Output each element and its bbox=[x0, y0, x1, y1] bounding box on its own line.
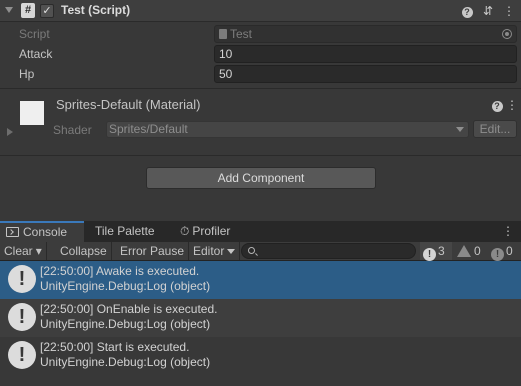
material-title: Sprites-Default (Material) bbox=[56, 97, 201, 112]
warning-count: 0 bbox=[474, 244, 481, 258]
editor-label: Editor bbox=[193, 244, 225, 258]
tab-label: Profiler bbox=[192, 224, 231, 238]
log-source: UnityEngine.Debug:Log (object) bbox=[40, 279, 211, 293]
material-foldout-icon[interactable] bbox=[7, 128, 13, 136]
error-icon: ! bbox=[8, 265, 36, 293]
tab-label: Tile Palette bbox=[95, 224, 155, 238]
log-source: UnityEngine.Debug:Log (object) bbox=[40, 317, 211, 331]
tab-console[interactable]: Console bbox=[0, 221, 84, 242]
material-preview bbox=[20, 101, 44, 125]
property-label: Hp bbox=[19, 67, 35, 81]
log-entry[interactable]: ! [22:50:00] OnEnable is executed. Unity… bbox=[0, 299, 521, 337]
more-icon[interactable]: ⋮ bbox=[502, 4, 516, 18]
error-count: 3 bbox=[438, 244, 445, 258]
shader-value: Sprites/Default bbox=[109, 122, 188, 136]
search-input[interactable] bbox=[241, 243, 416, 259]
error-icon: ! bbox=[8, 341, 36, 369]
tab-tile-palette[interactable]: Tile Palette bbox=[95, 221, 175, 242]
script-object-value: Test bbox=[230, 27, 253, 41]
console-icon bbox=[6, 227, 19, 237]
profiler-icon: ⏱ bbox=[180, 224, 190, 238]
clear-label: Clear bbox=[4, 244, 33, 258]
log-message: [22:50:00] OnEnable is executed. bbox=[40, 302, 218, 316]
warning-count-toggle[interactable]: 0 bbox=[454, 242, 486, 260]
property-row-hp: Hp 50 bbox=[0, 64, 521, 84]
shader-dropdown[interactable]: Sprites/Default bbox=[106, 121, 469, 138]
section-divider bbox=[0, 88, 521, 89]
error-pause-toggle[interactable]: Error Pause bbox=[116, 242, 190, 260]
log-source: UnityEngine.Debug:Log (object) bbox=[40, 355, 211, 369]
log-message: [22:50:00] Start is executed. bbox=[40, 340, 190, 354]
log-entry[interactable]: ! [22:50:00] Awake is executed. UnityEng… bbox=[0, 261, 521, 299]
console-log-list: ! [22:50:00] Awake is executed. UnityEng… bbox=[0, 261, 521, 386]
error-icon: ! bbox=[423, 248, 436, 261]
shader-label: Shader bbox=[53, 123, 92, 137]
tab-menu-icon[interactable]: ⋮ bbox=[502, 221, 514, 242]
property-label: Script bbox=[19, 27, 50, 41]
search-icon bbox=[248, 247, 255, 254]
hp-field[interactable]: 50 bbox=[214, 65, 517, 83]
tab-label: Console bbox=[23, 225, 68, 239]
editor-dropdown[interactable]: Editor bbox=[189, 242, 241, 260]
collapse-toggle[interactable]: Collapse bbox=[56, 242, 112, 260]
edit-shader-button[interactable]: Edit... bbox=[473, 120, 517, 138]
console-toolbar: Clear ▾ Collapse Error Pause Editor ! 3 0 … bbox=[0, 242, 521, 261]
component-enabled-checkbox[interactable]: ✓ bbox=[40, 4, 54, 18]
chevron-down-icon bbox=[456, 127, 464, 132]
component-title: Test (Script) bbox=[61, 3, 131, 17]
object-picker-icon[interactable] bbox=[502, 29, 512, 39]
preset-icon[interactable]: ⇵ bbox=[481, 4, 495, 18]
attack-field[interactable]: 10 bbox=[214, 45, 517, 63]
error-icon: ! bbox=[8, 303, 36, 331]
script-asset-icon bbox=[219, 29, 227, 39]
log-entry[interactable]: ! [22:50:00] Start is executed. UnityEng… bbox=[0, 337, 521, 375]
property-row-script: Script Test bbox=[0, 24, 521, 44]
warning-icon bbox=[457, 245, 471, 257]
foldout-arrow-icon[interactable] bbox=[5, 7, 13, 13]
property-label: Attack bbox=[19, 47, 53, 61]
tab-profiler[interactable]: ⏱ Profiler bbox=[180, 221, 260, 242]
section-divider bbox=[0, 155, 521, 156]
clear-options-arrow[interactable]: ▾ bbox=[36, 244, 42, 258]
material-more-icon[interactable]: ⋮ bbox=[505, 98, 519, 112]
info-count: 0 bbox=[506, 244, 513, 258]
script-icon: # bbox=[21, 3, 35, 18]
material-help-icon[interactable]: ? bbox=[490, 98, 504, 112]
chevron-down-icon bbox=[227, 249, 236, 254]
property-row-attack: Attack 10 bbox=[0, 44, 521, 64]
error-count-toggle[interactable]: ! 3 bbox=[420, 242, 452, 261]
script-component-header[interactable]: # ✓ Test (Script) ? ⇵ ⋮ bbox=[0, 0, 521, 22]
add-component-button[interactable]: Add Component bbox=[146, 167, 376, 189]
script-object-field: Test bbox=[214, 25, 517, 43]
info-count-toggle[interactable]: ! 0 bbox=[488, 242, 520, 261]
clear-button[interactable]: Clear ▾ bbox=[0, 242, 47, 260]
editor-tab-strip: Console Tile Palette ⏱ Profiler ⋮ bbox=[0, 221, 521, 242]
info-icon: ! bbox=[491, 248, 504, 261]
log-message: [22:50:00] Awake is executed. bbox=[40, 264, 200, 278]
help-icon[interactable]: ? bbox=[460, 4, 474, 18]
